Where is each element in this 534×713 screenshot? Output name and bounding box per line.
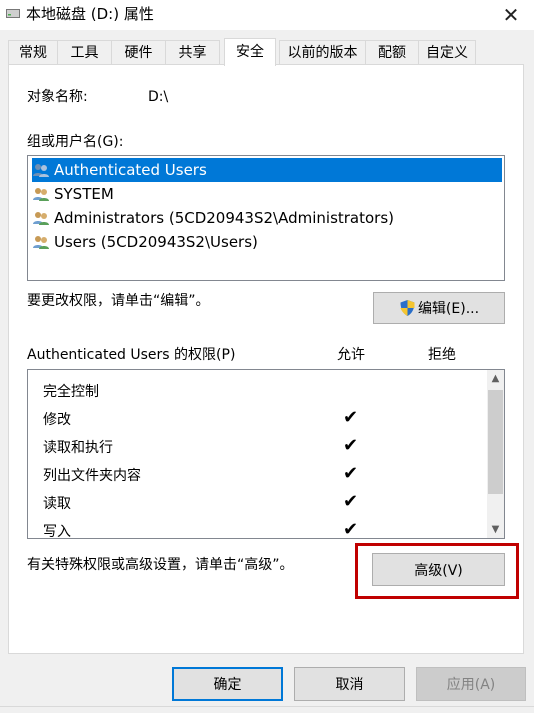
list-item[interactable]: Users (5CD20943S2\Users) — [32, 230, 258, 254]
uac-shield-icon — [400, 300, 415, 316]
permissions-label: Authenticated Users 的权限(P) — [27, 347, 236, 363]
scroll-down-icon[interactable]: ▼ — [487, 521, 504, 538]
object-name-value: D:\ — [148, 89, 169, 105]
drive-icon — [6, 9, 20, 18]
object-name-label: 对象名称: — [27, 89, 88, 105]
tab-previous-versions[interactable]: 以前的版本 — [279, 40, 366, 64]
user-name: SYSTEM — [54, 185, 114, 203]
divider — [0, 706, 534, 707]
tab-customize[interactable]: 自定义 — [418, 40, 476, 64]
ok-button[interactable]: 确定 — [172, 667, 283, 701]
table-row: 列出文件夹内容 ✔ — [43, 460, 483, 488]
permissions-list[interactable]: 完全控制 修改 ✔ 读取和执行 ✔ 列出文件夹内容 ✔ 读取 ✔ 写入 ✔ ▲ … — [27, 369, 505, 539]
allow-check-icon: ✔ — [343, 463, 359, 484]
tab-sharing[interactable]: 共享 — [165, 40, 220, 64]
close-icon[interactable]: ✕ — [488, 0, 534, 30]
cancel-button[interactable]: 取消 — [294, 667, 405, 701]
permission-name: 修改 — [43, 412, 71, 428]
tab-general[interactable]: 常规 — [8, 40, 58, 64]
table-row: 完全控制 — [43, 376, 483, 404]
apply-button[interactable]: 应用(A) — [416, 667, 526, 701]
window-title: 本地磁盘 (D:) 属性 — [26, 5, 154, 23]
advanced-hint: 有关特殊权限或高级设置，请单击“高级”。 — [27, 557, 294, 573]
tab-security[interactable]: 安全 — [224, 38, 276, 66]
allow-check-icon: ✔ — [343, 491, 359, 512]
allow-check-icon: ✔ — [343, 519, 359, 539]
user-name: Administrators (5CD20943S2\Administrator… — [54, 209, 395, 227]
users-icon — [33, 164, 49, 177]
permission-name: 读取和执行 — [43, 440, 113, 456]
tab-hardware[interactable]: 硬件 — [111, 40, 166, 64]
scroll-thumb[interactable] — [488, 390, 503, 494]
user-list[interactable]: Authenticated Users SYSTEM Administrator… — [27, 155, 505, 281]
edit-button-label: 编辑(E)... — [417, 301, 480, 317]
scroll-up-icon[interactable]: ▲ — [487, 370, 504, 387]
scrollbar[interactable]: ▲ ▼ — [487, 370, 504, 538]
users-icon — [33, 236, 49, 249]
users-icon — [33, 212, 49, 225]
deny-header: 拒绝 — [428, 347, 456, 363]
users-icon — [33, 188, 49, 201]
list-item[interactable]: Authenticated Users — [32, 158, 502, 182]
edit-button[interactable]: 编辑(E)... — [373, 292, 505, 324]
list-item[interactable]: Administrators (5CD20943S2\Administrator… — [32, 206, 394, 230]
table-row: 读取 ✔ — [43, 488, 483, 516]
table-row: 读取和执行 ✔ — [43, 432, 483, 460]
tab-tools[interactable]: 工具 — [57, 40, 112, 64]
allow-check-icon: ✔ — [343, 435, 359, 456]
permission-name: 写入 — [43, 524, 71, 539]
user-name: Users (5CD20943S2\Users) — [54, 233, 258, 251]
highlight-box — [355, 543, 519, 599]
list-item[interactable]: SYSTEM — [32, 182, 114, 206]
allow-header: 允许 — [337, 347, 365, 363]
permission-name: 完全控制 — [43, 384, 99, 400]
table-row: 写入 ✔ — [43, 516, 483, 539]
user-name: Authenticated Users — [54, 161, 207, 179]
allow-check-icon: ✔ — [343, 407, 359, 428]
tab-quota[interactable]: 配额 — [365, 40, 419, 64]
permission-name: 读取 — [43, 496, 71, 512]
table-row: 修改 ✔ — [43, 404, 483, 432]
edit-hint: 要更改权限，请单击“编辑”。 — [27, 293, 210, 309]
group-label: 组或用户名(G): — [27, 134, 124, 150]
permission-name: 列出文件夹内容 — [43, 468, 141, 484]
